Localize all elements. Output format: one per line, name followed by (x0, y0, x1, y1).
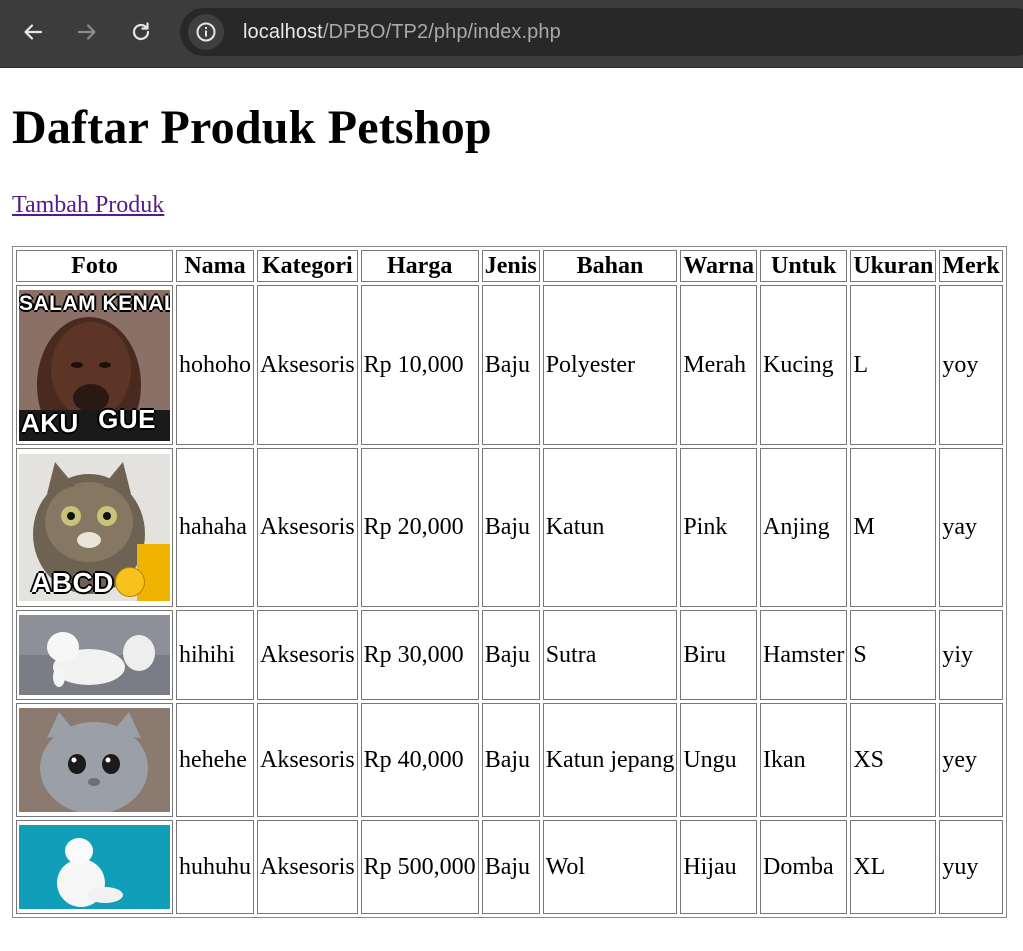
header-warna: Warna (680, 250, 758, 282)
photo-caption-right: GUE (98, 403, 156, 434)
page-content: Daftar Produk Petshop Tambah Produk Foto… (0, 96, 1023, 918)
address-bar[interactable]: localhost/DPBO/TP2/php/index.php (180, 8, 1023, 56)
table-row: huhuhu Aksesoris Rp 500,000 Baju Wol Hij… (16, 820, 1003, 914)
cell-bahan: Wol (542, 820, 678, 914)
cell-nama: hohoho (176, 285, 254, 445)
photo-cell: SALAM KENAL AKU GUE (16, 285, 173, 445)
table-row: hehehe Aksesoris Rp 40,000 Baju Katun je… (16, 703, 1003, 817)
cell-merk: yoy (939, 285, 1003, 445)
cell-jenis: Baju (481, 703, 540, 817)
header-foto: Foto (16, 250, 173, 282)
cell-untuk: Anjing (760, 448, 848, 607)
cell-nama: hehehe (176, 703, 254, 817)
table-row: hihihi Aksesoris Rp 30,000 Baju Sutra Bi… (16, 610, 1003, 700)
cell-jenis: Baju (481, 820, 540, 914)
header-kategori: Kategori (257, 250, 358, 282)
forward-button[interactable] (69, 14, 105, 50)
cell-untuk: Kucing (760, 285, 848, 445)
photo-caption-top: SALAM KENAL (19, 291, 170, 315)
cell-bahan: Sutra (542, 610, 678, 700)
cell-ukuran: M (850, 448, 937, 607)
url-host: localhost (243, 20, 323, 43)
cell-warna: Hijau (680, 820, 758, 914)
cell-untuk: Ikan (760, 703, 848, 817)
product-photo: SALAM KENAL AKU GUE (19, 289, 170, 441)
cell-warna: Ungu (680, 703, 758, 817)
table-row: ABCD hahaha Aksesoris Rp 20,000 Baju Kat… (16, 448, 1003, 607)
header-bahan: Bahan (542, 250, 678, 282)
page-title: Daftar Produk Petshop (12, 101, 492, 154)
photo-cell (16, 610, 173, 700)
cell-merk: yey (939, 703, 1003, 817)
cell-merk: yay (939, 448, 1003, 607)
cell-kategori: Aksesoris (257, 703, 358, 817)
cell-kategori: Aksesoris (257, 285, 358, 445)
cell-nama: hahaha (176, 448, 254, 607)
cell-harga: Rp 30,000 (360, 610, 479, 700)
cell-jenis: Baju (481, 285, 540, 445)
cell-warna: Merah (680, 285, 758, 445)
cell-kategori: Aksesoris (257, 610, 358, 700)
photo-cell: ABCD (16, 448, 173, 607)
reload-icon (132, 22, 150, 41)
cell-harga: Rp 500,000 (360, 820, 479, 914)
header-nama: Nama (176, 250, 254, 282)
photo-cell (16, 820, 173, 914)
cell-harga: Rp 40,000 (360, 703, 479, 817)
cell-harga: Rp 20,000 (360, 448, 479, 607)
cell-merk: yuy (939, 820, 1003, 914)
header-jenis: Jenis (481, 250, 540, 282)
header-untuk: Untuk (760, 250, 848, 282)
url-text[interactable]: localhost/DPBO/TP2/php/index.php (243, 21, 561, 44)
product-photo (19, 825, 170, 909)
cell-jenis: Baju (481, 448, 540, 607)
arrow-right-icon (77, 24, 96, 40)
cell-jenis: Baju (481, 610, 540, 700)
info-icon (196, 22, 216, 42)
table-row: SALAM KENAL AKU GUE hohoho Aksesoris Rp … (16, 285, 1003, 445)
photo-cell (16, 703, 173, 817)
browser-toolbar: localhost/DPBO/TP2/php/index.php (0, 0, 1023, 68)
cell-warna: Pink (680, 448, 758, 607)
cell-nama: huhuhu (176, 820, 254, 914)
cell-ukuran: XS (850, 703, 937, 817)
cell-bahan: Polyester (542, 285, 678, 445)
photo-caption-bottom: ABCD (31, 567, 114, 598)
product-photo (19, 708, 170, 812)
cell-bahan: Katun (542, 448, 678, 607)
site-info-button[interactable] (188, 14, 224, 50)
cell-ukuran: L (850, 285, 937, 445)
laughing-emoji-icon (115, 567, 145, 597)
cell-ukuran: S (850, 610, 937, 700)
cell-untuk: Hamster (760, 610, 848, 700)
arrow-left-icon (24, 24, 43, 40)
back-button[interactable] (15, 14, 51, 50)
cell-kategori: Aksesoris (257, 820, 358, 914)
cell-nama: hihihi (176, 610, 254, 700)
product-photo: ABCD (19, 454, 170, 601)
cell-bahan: Katun jepang (542, 703, 678, 817)
cell-ukuran: XL (850, 820, 937, 914)
product-photo (19, 615, 170, 695)
add-product-link[interactable]: Tambah Produk (12, 190, 164, 220)
cell-harga: Rp 10,000 (360, 285, 479, 445)
table-header-row: Foto Nama Kategori Harga Jenis Bahan War… (16, 250, 1003, 282)
cell-merk: yiy (939, 610, 1003, 700)
cell-warna: Biru (680, 610, 758, 700)
header-harga: Harga (360, 250, 479, 282)
photo-caption-left: AKU (21, 407, 79, 438)
url-path: /DPBO/TP2/php/index.php (322, 20, 561, 43)
reload-button[interactable] (123, 14, 159, 50)
cell-untuk: Domba (760, 820, 848, 914)
header-merk: Merk (939, 250, 1003, 282)
product-table: Foto Nama Kategori Harga Jenis Bahan War… (12, 246, 1007, 918)
cell-kategori: Aksesoris (257, 448, 358, 607)
header-ukuran: Ukuran (850, 250, 937, 282)
